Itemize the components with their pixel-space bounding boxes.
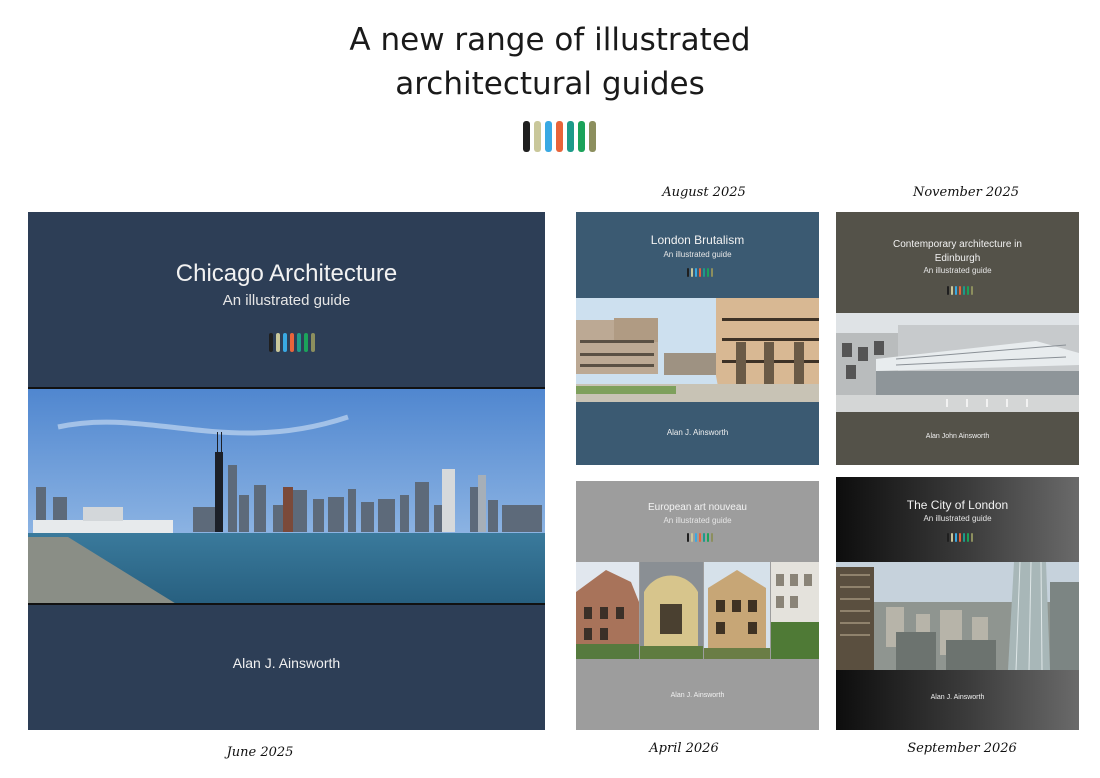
color-stripe xyxy=(304,333,308,352)
book-subtitle: An illustrated guide xyxy=(923,514,992,523)
date-city-of-london: September 2026 xyxy=(907,741,1017,756)
book-cover-city-of-london[interactable]: The City of London An illustrated guide … xyxy=(836,477,1079,730)
book-subtitle: An illustrated guide xyxy=(222,292,351,309)
color-stripe xyxy=(963,286,965,295)
brand-color-stripes xyxy=(687,268,713,277)
brand-color-stripes xyxy=(947,286,973,295)
chicago-skyline-photo xyxy=(28,387,545,605)
book-subtitle: An illustrated guide xyxy=(923,266,992,275)
color-stripe xyxy=(691,533,693,542)
city-of-london-aerial-photo xyxy=(836,562,1079,670)
color-stripe xyxy=(283,333,287,352)
color-stripe xyxy=(711,533,713,542)
brand-color-stripes xyxy=(687,533,713,542)
book-cover-edinburgh[interactable]: Contemporary architecture in Edinburgh A… xyxy=(836,212,1079,465)
book-title: Chicago Architecture xyxy=(175,260,398,287)
color-stripe xyxy=(947,286,949,295)
color-stripe xyxy=(967,286,969,295)
color-stripe xyxy=(311,333,315,352)
book-cover-chicago[interactable]: Chicago Architecture An illustrated guid… xyxy=(28,212,545,730)
color-stripe xyxy=(297,333,301,352)
color-stripe xyxy=(947,533,949,542)
color-stripe xyxy=(951,286,953,295)
date-london-brutalism: August 2025 xyxy=(662,185,746,200)
book-title: Contemporary architecture in Edinburgh xyxy=(836,238,1079,266)
color-stripe xyxy=(971,286,973,295)
book-title: The City of London xyxy=(906,498,1009,512)
book-author: Alan J. Ainsworth xyxy=(930,694,985,701)
book-subtitle: An illustrated guide xyxy=(663,250,732,259)
page-title: A new range of illustrated architectural… xyxy=(0,18,1100,106)
color-stripe xyxy=(971,533,973,542)
book-title-line-1: Contemporary architecture in xyxy=(893,239,1022,250)
book-subtitle: An illustrated guide xyxy=(663,516,732,525)
scottish-parliament-photo xyxy=(836,313,1079,412)
color-stripe xyxy=(276,333,280,352)
color-stripe xyxy=(707,268,709,277)
color-stripe xyxy=(699,268,701,277)
book-title: London Brutalism xyxy=(650,233,745,247)
color-stripe xyxy=(687,533,689,542)
art-nouveau-buildings-photo xyxy=(576,562,819,659)
color-stripe xyxy=(290,333,294,352)
brutalist-building-photo xyxy=(576,298,819,402)
book-author: Alan J. Ainsworth xyxy=(666,428,729,437)
book-author: Alan J. Ainsworth xyxy=(232,655,341,671)
book-title: European art nouveau xyxy=(648,502,747,513)
color-stripe xyxy=(967,533,969,542)
color-stripe xyxy=(556,121,563,152)
page-title-line-1: A new range of illustrated xyxy=(349,22,751,58)
color-stripe xyxy=(703,533,705,542)
book-cover-art-nouveau[interactable]: European art nouveau An illustrated guid… xyxy=(576,481,819,730)
book-title-line-2: Edinburgh xyxy=(934,253,981,264)
date-art-nouveau: April 2026 xyxy=(649,741,719,756)
color-stripe xyxy=(959,533,961,542)
color-stripe xyxy=(703,268,705,277)
book-author: Alan J. Ainsworth xyxy=(670,692,725,699)
color-stripe xyxy=(699,533,701,542)
color-stripe xyxy=(959,286,961,295)
color-stripe xyxy=(687,268,689,277)
brand-color-stripes xyxy=(523,121,596,152)
color-stripe xyxy=(691,268,693,277)
color-stripe xyxy=(955,533,957,542)
color-stripe xyxy=(951,533,953,542)
color-stripe xyxy=(963,533,965,542)
book-author: Alan John Ainsworth xyxy=(925,433,990,440)
color-stripe xyxy=(545,121,552,152)
color-stripe xyxy=(534,121,541,152)
color-stripe xyxy=(578,121,585,152)
color-stripe xyxy=(523,121,530,152)
color-stripe xyxy=(589,121,596,152)
color-stripe xyxy=(711,268,713,277)
color-stripe xyxy=(695,268,697,277)
color-stripe xyxy=(567,121,574,152)
page-title-line-2: architectural guides xyxy=(395,66,705,102)
color-stripe xyxy=(269,333,273,352)
color-stripe xyxy=(955,286,957,295)
brand-color-stripes xyxy=(947,533,973,542)
date-edinburgh: November 2025 xyxy=(912,185,1019,200)
date-chicago: June 2025 xyxy=(226,745,294,760)
color-stripe xyxy=(707,533,709,542)
book-cover-london-brutalism[interactable]: London Brutalism An illustrated guide Al… xyxy=(576,212,819,465)
color-stripe xyxy=(695,533,697,542)
brand-color-stripes xyxy=(269,333,315,352)
